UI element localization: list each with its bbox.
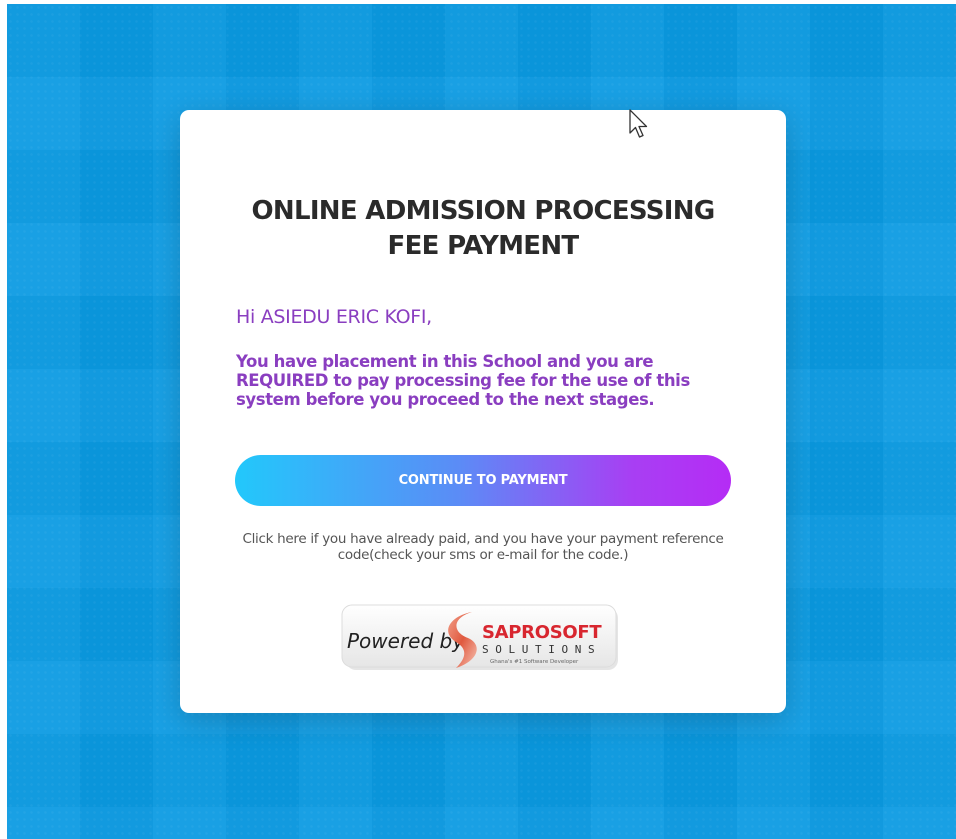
brand-name: SAPROSOFT: [482, 622, 602, 643]
greeting-text: Hi ASIEDU ERIC KOFI,: [236, 306, 432, 328]
page-title: ONLINE ADMISSION PROCESSING FEE PAYMENT: [180, 194, 786, 264]
brand-subtitle: S O L U T I O N S: [482, 643, 595, 656]
page-title-line-2: FEE PAYMENT: [387, 231, 580, 261]
page-title-line-1: ONLINE ADMISSION PROCESSING: [251, 196, 716, 226]
already-paid-link[interactable]: Click here if you have already paid, and…: [220, 531, 746, 563]
powered-by-text: Powered by: [347, 629, 465, 653]
brand-tagline: Ghana's #1 Software Developer: [490, 659, 579, 665]
payment-card: ONLINE ADMISSION PROCESSING FEE PAYMENT …: [180, 110, 786, 713]
page-background: ONLINE ADMISSION PROCESSING FEE PAYMENT …: [7, 4, 956, 839]
continue-to-payment-button[interactable]: CONTINUE TO PAYMENT: [235, 455, 731, 506]
placement-message: You have placement in this School and yo…: [236, 352, 690, 409]
powered-by-saprosoft-logo[interactable]: Powered by SAPROSOFT S O L U T I O N S G…: [340, 604, 624, 676]
